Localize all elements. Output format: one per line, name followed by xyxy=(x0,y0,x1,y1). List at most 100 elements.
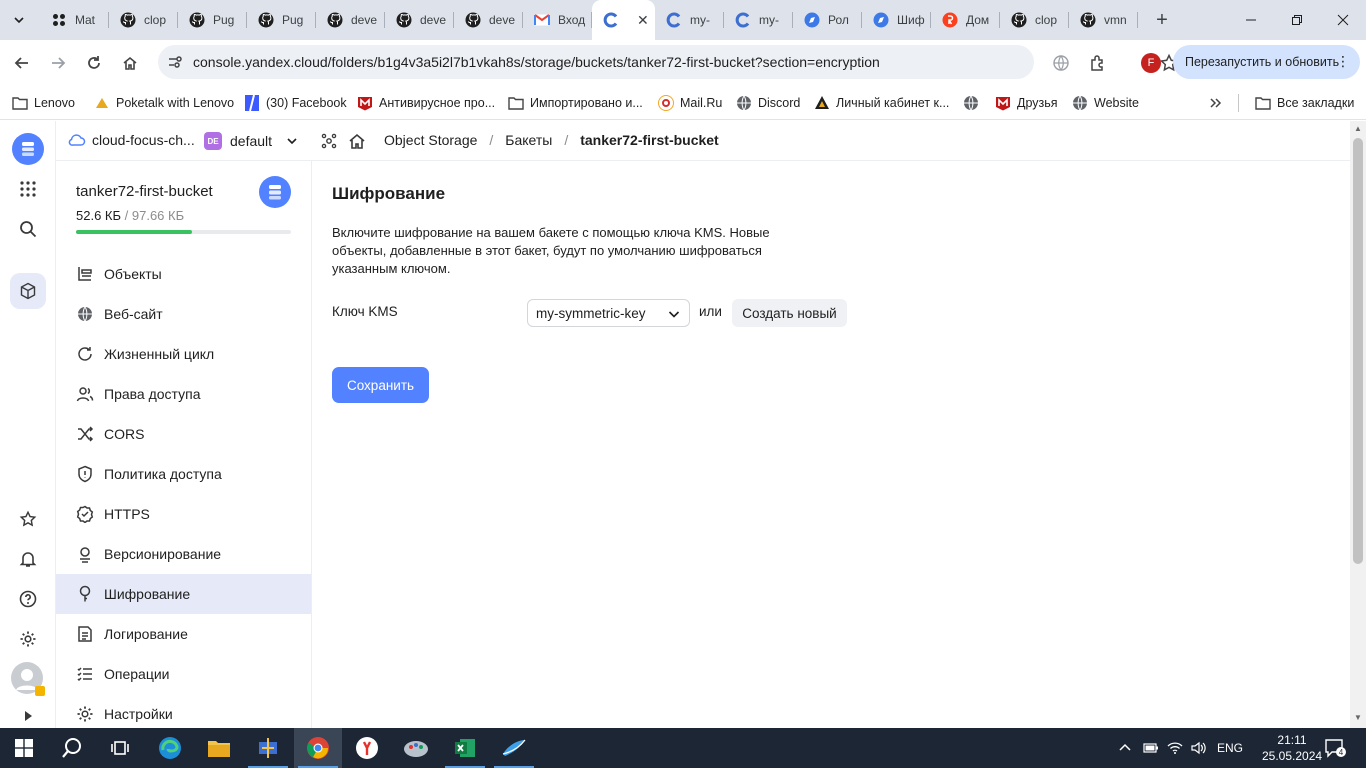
show-hidden-icons-button[interactable] xyxy=(1118,728,1132,768)
menu-item[interactable]: Версионирование xyxy=(56,534,311,574)
browser-tab[interactable]: my- xyxy=(724,0,793,40)
services-menu-button[interactable] xyxy=(10,171,46,207)
user-avatar[interactable] xyxy=(10,661,46,697)
bookmark-item[interactable]: Антивирусное про... xyxy=(357,93,495,113)
battery-icon[interactable] xyxy=(1143,728,1159,768)
globe-icon xyxy=(76,305,94,323)
create-new-key-button[interactable]: Создать новый xyxy=(732,299,847,327)
menu-item[interactable]: Объекты xyxy=(56,254,311,294)
help-button[interactable] xyxy=(10,581,46,617)
reload-button[interactable] xyxy=(80,49,108,77)
browser-tab[interactable]: clop xyxy=(109,0,178,40)
edge-app[interactable] xyxy=(146,728,194,768)
favorites-button[interactable] xyxy=(10,501,46,537)
connect-app[interactable] xyxy=(490,728,538,768)
bookmark-item[interactable] xyxy=(963,93,985,113)
browser-tab[interactable]: deve xyxy=(316,0,385,40)
close-tab-icon[interactable]: ✕ xyxy=(637,13,649,27)
bookmark-item[interactable]: Личный кабинет к... xyxy=(814,93,949,113)
browser-tab[interactable]: deve xyxy=(385,0,454,40)
browser-tab[interactable]: Pug xyxy=(178,0,247,40)
menu-item[interactable]: Логирование xyxy=(56,614,311,654)
clock[interactable]: 21:11 25.05.2024 xyxy=(1262,732,1322,764)
url-text[interactable]: console.yandex.cloud/folders/b1g4v3a5i2l… xyxy=(193,54,880,70)
taskbar-search-button[interactable] xyxy=(48,728,96,768)
menu-item[interactable]: Шифрование xyxy=(56,574,311,614)
notifications-button[interactable] xyxy=(10,541,46,577)
file-explorer-app[interactable] xyxy=(195,728,243,768)
start-button[interactable] xyxy=(0,728,48,768)
new-tab-button[interactable]: + xyxy=(1150,8,1174,32)
all-bookmarks-button[interactable]: Все закладки xyxy=(1255,93,1354,113)
bookmark-item[interactable]: Mail.Ru xyxy=(658,93,722,113)
yandex-browser-app[interactable] xyxy=(343,728,391,768)
close-window-button[interactable] xyxy=(1320,0,1366,40)
site-info-icon[interactable] xyxy=(166,53,184,71)
volume-icon[interactable] xyxy=(1190,728,1206,768)
browser-tab[interactable]: clop xyxy=(1000,0,1069,40)
more-bookmarks-chevron-icon[interactable] xyxy=(1208,93,1222,113)
github-icon xyxy=(327,12,343,28)
save-button[interactable]: Сохранить xyxy=(332,367,429,403)
back-button[interactable] xyxy=(8,49,36,77)
browser-tab[interactable]: deve xyxy=(454,0,523,40)
notification-center-button[interactable]: 4 xyxy=(1324,728,1346,768)
bookmark-item[interactable]: Poketalk with Lenovo xyxy=(94,93,234,113)
bookmark-item[interactable]: Discord xyxy=(736,93,800,113)
object-storage-service-button[interactable] xyxy=(10,273,46,309)
forward-button[interactable] xyxy=(44,49,72,77)
bookmark-item[interactable]: Импортировано и... xyxy=(508,93,643,113)
task-view-button[interactable] xyxy=(96,728,144,768)
menu-item[interactable]: CORS xyxy=(56,414,311,454)
browser-tab[interactable]: vmn xyxy=(1069,0,1138,40)
menu-item[interactable]: Права доступа xyxy=(56,374,311,414)
minimize-button[interactable] xyxy=(1228,0,1274,40)
restore-button[interactable] xyxy=(1274,0,1320,40)
settings-button[interactable] xyxy=(10,621,46,657)
search-button[interactable] xyxy=(10,211,46,247)
cloud-switcher[interactable]: cloud-focus-ch... xyxy=(68,132,195,148)
yandex-cloud-logo[interactable] xyxy=(10,131,46,167)
browser-tab[interactable]: my- xyxy=(655,0,724,40)
kms-key-select[interactable]: my-symmetric-key xyxy=(527,299,690,327)
breadcrumb-object-storage[interactable]: Object Storage xyxy=(384,132,477,148)
menu-item[interactable]: Операции xyxy=(56,654,311,694)
folder-switcher[interactable]: DE default xyxy=(204,132,298,150)
menu-item[interactable]: Политика доступа xyxy=(56,454,311,494)
browser-tab[interactable]: Mat xyxy=(40,0,109,40)
scroll-up-arrow-icon[interactable]: ▲ xyxy=(1354,124,1362,133)
extensions-icon[interactable] xyxy=(1084,49,1112,77)
browser-tab[interactable]: Шиф xyxy=(862,0,931,40)
home-link[interactable] xyxy=(348,132,366,150)
address-bar[interactable]: console.yandex.cloud/folders/b1g4v3a5i2l… xyxy=(158,45,1179,79)
browser-tab[interactable]: ✕ xyxy=(592,0,655,40)
profile-avatar[interactable]: F xyxy=(1141,53,1161,73)
paint-app[interactable] xyxy=(392,728,440,768)
home-button[interactable] xyxy=(116,49,144,77)
network-app[interactable] xyxy=(244,728,292,768)
scroll-down-arrow-icon[interactable]: ▼ xyxy=(1354,713,1362,722)
wifi-icon[interactable] xyxy=(1167,728,1183,768)
translate-icon[interactable] xyxy=(1047,49,1075,77)
breadcrumb-buckets[interactable]: Бакеты xyxy=(505,132,552,148)
menu-item[interactable]: Веб-сайт xyxy=(56,294,311,334)
browser-tab[interactable]: Рол xyxy=(793,0,862,40)
browser-tab[interactable]: Дом xyxy=(931,0,1000,40)
collapse-rail-button[interactable] xyxy=(10,701,46,731)
bookmark-item[interactable]: Друзья xyxy=(995,93,1058,113)
menu-item[interactable]: Жизненный цикл xyxy=(56,334,311,374)
bookmark-item[interactable]: (30) Facebook xyxy=(244,93,347,113)
browser-tab[interactable]: Pug xyxy=(247,0,316,40)
scrollbar-thumb[interactable] xyxy=(1353,138,1363,564)
bookmark-item[interactable]: Lenovo xyxy=(12,93,75,113)
input-language[interactable]: ENG xyxy=(1217,728,1243,768)
tab-search-button[interactable] xyxy=(6,7,32,33)
services-graph-button[interactable] xyxy=(321,133,337,149)
browser-tab[interactable]: Вход xyxy=(523,0,592,40)
bookmark-item[interactable]: Website xyxy=(1072,93,1139,113)
page-scrollbar[interactable]: ▲ ▼ xyxy=(1350,121,1366,728)
excel-app[interactable] xyxy=(441,728,489,768)
menu-item[interactable]: HTTPS xyxy=(56,494,311,534)
chrome-app[interactable] xyxy=(294,728,342,768)
relaunch-button[interactable]: Перезапустить и обновить ⋮ xyxy=(1173,45,1360,79)
